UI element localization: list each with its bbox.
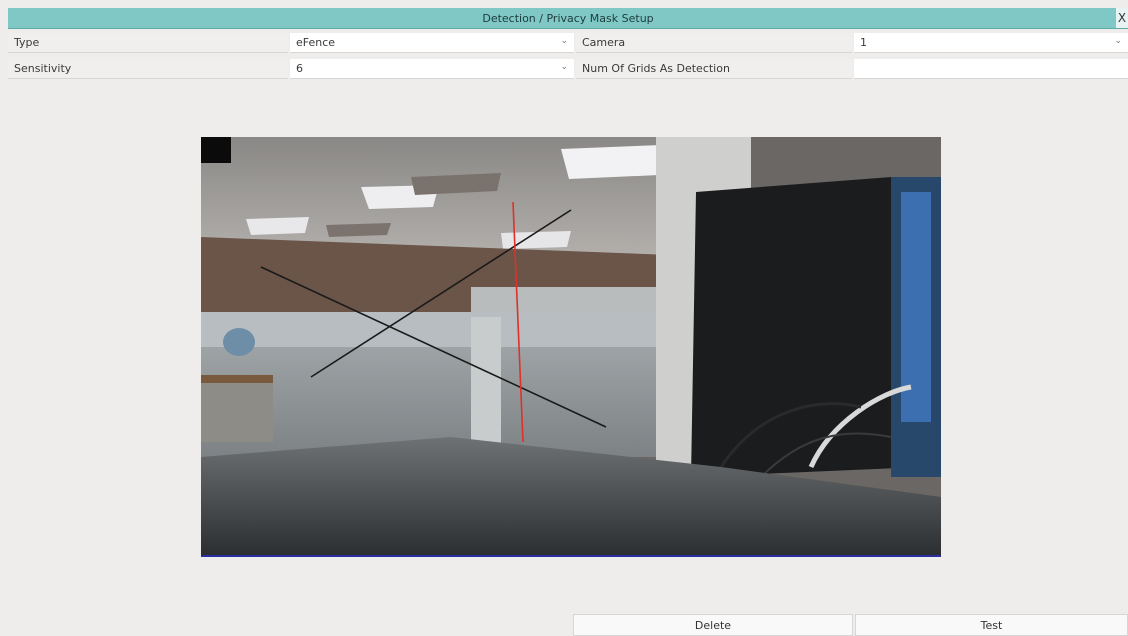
camera-value: 1 [860,36,867,49]
dialog-title: Detection / Privacy Mask Setup [482,11,654,25]
camera-select[interactable]: 1 ⌄ [854,33,1128,53]
dialog-titlebar: Detection / Privacy Mask Setup X [8,8,1128,29]
chevron-down-icon: ⌄ [1114,36,1122,46]
chevron-down-icon: ⌄ [560,36,568,46]
chevron-down-icon: ⌄ [560,62,568,72]
close-icon: X [1117,11,1127,25]
type-label: Type [8,33,288,53]
num-grids-field[interactable] [854,59,1128,79]
settings-row-2: Sensitivity 6 ⌄ Num Of Grids As Detectio… [8,59,1128,79]
num-grids-label: Num Of Grids As Detection [576,59,852,79]
camera-label: Camera [576,33,852,53]
type-value: eFence [296,36,336,49]
type-select[interactable]: eFence ⌄ [290,33,574,53]
close-button[interactable]: X [1116,8,1128,28]
sensitivity-select[interactable]: 6 ⌄ [290,59,574,79]
sensitivity-label: Sensitivity [8,59,288,79]
delete-button[interactable]: Delete [573,614,853,636]
test-button[interactable]: Test [855,614,1128,636]
settings-row-1: Type eFence ⌄ Camera 1 ⌄ [8,33,1128,53]
camera-preview[interactable] [201,137,941,557]
sensitivity-value: 6 [296,62,303,75]
camera-frame-image [201,137,941,555]
